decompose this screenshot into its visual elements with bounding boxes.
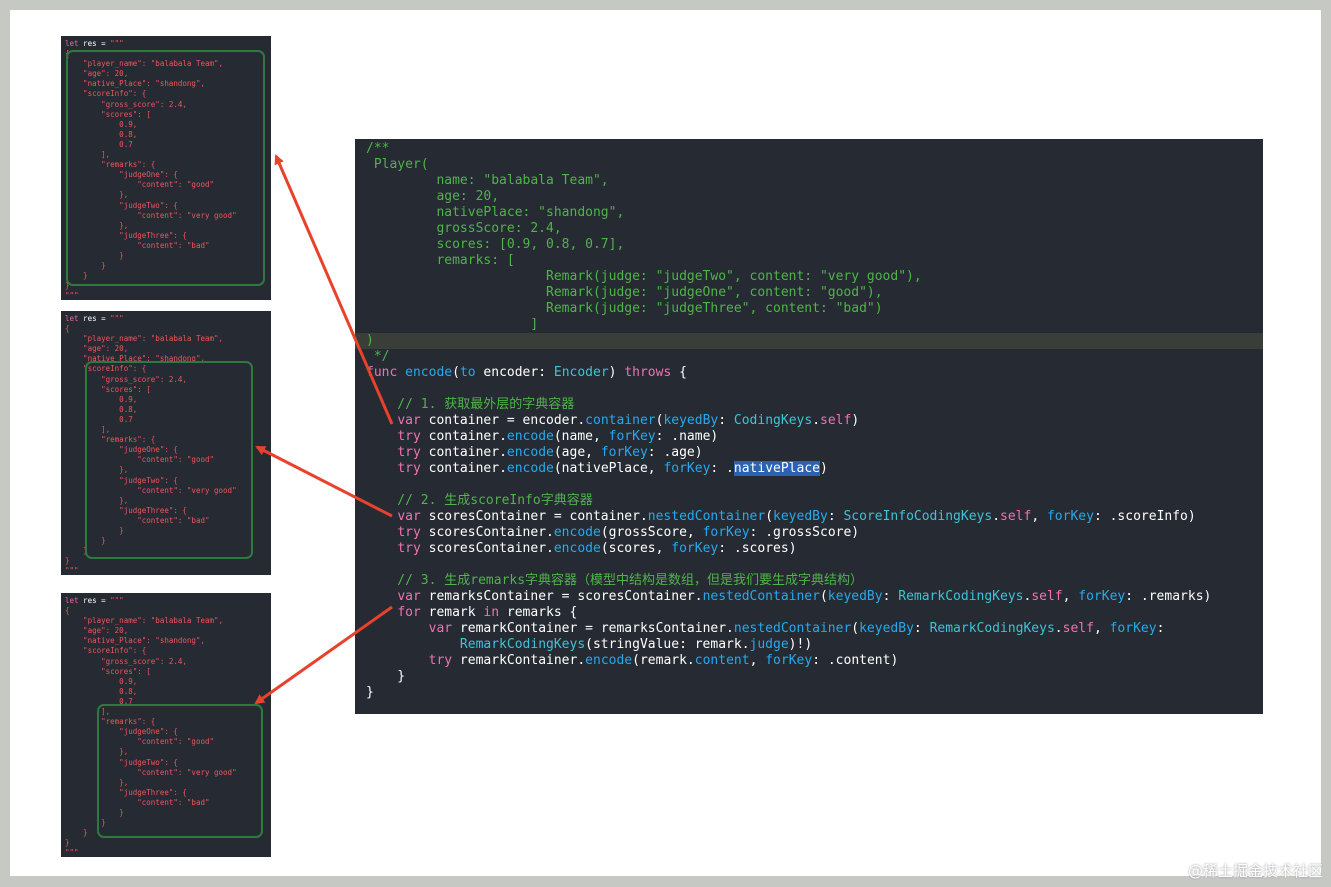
annotation-arrows xyxy=(254,154,394,705)
arrow-to-root xyxy=(274,154,394,425)
watermark: @稀土掘金技术社区 xyxy=(1187,862,1323,880)
arrow-to-scoreinfo xyxy=(255,445,393,518)
arrow-to-remarks xyxy=(254,605,393,705)
